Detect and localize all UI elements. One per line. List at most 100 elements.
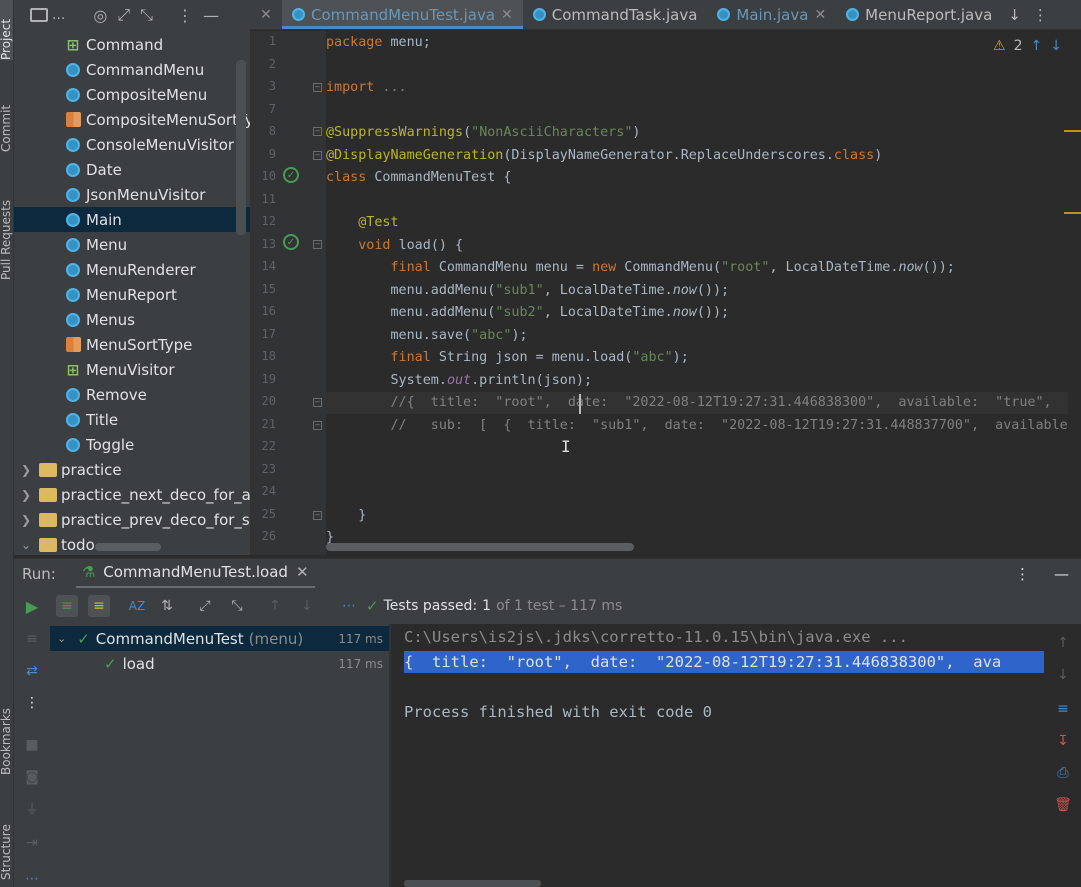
down-arrow-icon[interactable]: ↓ xyxy=(1052,664,1074,686)
run-config-tab[interactable]: ⚗ CommandMenuTest.load ✕ xyxy=(75,559,315,589)
target-icon[interactable]: ◎ xyxy=(93,6,107,25)
chevron-right-icon[interactable]: ❯ xyxy=(19,488,33,502)
fold-marker-icon[interactable]: − xyxy=(313,421,322,430)
close-icon[interactable]: ✕ xyxy=(501,7,513,23)
code-token: menu.addMenu( xyxy=(390,305,496,320)
tree-item-menu[interactable]: Menu xyxy=(14,232,250,257)
tree-item-menus[interactable]: Menus xyxy=(14,307,250,332)
tree-item-consolemenuvisitor[interactable]: ConsoleMenuVisitor xyxy=(14,132,250,157)
project-tool-tab[interactable]: Project xyxy=(0,0,13,60)
more-icon[interactable]: ⋯ xyxy=(21,868,43,887)
tree-item-jsonmenuvisitor[interactable]: JsonMenuVisitor xyxy=(14,182,250,207)
editor-horizontal-scrollbar[interactable] xyxy=(326,543,634,551)
previous-highlight-icon[interactable]: ↑ xyxy=(1030,38,1042,54)
tree-item-compositemenu[interactable]: CompositeMenu xyxy=(14,82,250,107)
clear-all-icon[interactable]: ≡ xyxy=(21,628,43,650)
commit-tool-tab[interactable]: Commit xyxy=(0,92,13,152)
soft-wrap-icon[interactable]: ≡ xyxy=(1052,698,1074,720)
next-highlight-icon[interactable]: ↓ xyxy=(1050,38,1062,54)
more-options-icon[interactable]: ⋮ xyxy=(21,692,43,714)
tree-item-remove[interactable]: Remove xyxy=(14,382,250,407)
project-horizontal-scrollbar[interactable] xyxy=(95,543,161,551)
close-tab-icon[interactable]: ✕ xyxy=(250,0,282,29)
tree-item-label: MenuVisitor xyxy=(86,360,175,379)
fold-marker-icon[interactable]: − xyxy=(313,151,322,160)
tree-item-menuvisitor[interactable]: ⊞ MenuVisitor xyxy=(14,357,250,382)
fold-marker-icon[interactable]: − xyxy=(313,398,322,407)
project-view-dropdown[interactable]: ... xyxy=(30,7,65,23)
minimize-icon[interactable]: — xyxy=(1054,565,1069,583)
tree-item-label: CommandMenu xyxy=(86,60,205,79)
next-failed-icon[interactable]: ↓ xyxy=(296,595,318,617)
show-passed-icon[interactable]: ≡ xyxy=(56,595,78,617)
inspection-widget[interactable]: ⚠ 2 ↑ ↓ xyxy=(993,38,1062,54)
tree-item-menusorttype[interactable]: MenuSortType xyxy=(14,332,250,357)
close-icon[interactable]: ✕ xyxy=(814,7,826,23)
collapse-all-icon[interactable]: ⤡ xyxy=(140,5,153,25)
plug-icon[interactable]: ⏚ xyxy=(21,798,43,820)
tree-item-commandmenu[interactable]: CommandMenu xyxy=(14,57,250,82)
console-output[interactable]: C:\Users\is2js\.jdks\corretto-11.0.15\bi… xyxy=(391,624,1046,887)
tab-commandtask[interactable]: CommandTask.java xyxy=(523,0,708,29)
tree-item-command[interactable]: ⊞ Command xyxy=(14,32,250,57)
fold-marker-icon[interactable]: − xyxy=(313,240,322,249)
tab-menureport[interactable]: MenuReport.java xyxy=(836,0,1002,29)
expand-all-icon[interactable]: ⤢ xyxy=(117,5,130,25)
tree-item-compositemenusorttype[interactable]: CompositeMenuSortType xyxy=(14,107,250,132)
fold-marker-icon[interactable]: − xyxy=(313,511,322,520)
more-tabs-icon[interactable]: ⋮ xyxy=(1027,0,1054,29)
chevron-down-icon[interactable]: ⌄ xyxy=(19,538,33,552)
show-ignored-icon[interactable]: ≡ xyxy=(88,595,110,617)
previous-failed-icon[interactable]: ↑ xyxy=(264,595,286,617)
more-options-icon[interactable]: ⋮ xyxy=(177,6,193,25)
tree-item-menureport[interactable]: MenuReport xyxy=(14,282,250,307)
tree-item-toggle[interactable]: Toggle xyxy=(14,432,250,457)
error-stripe-mark[interactable] xyxy=(1064,212,1081,214)
tab-main[interactable]: Main.java ✕ xyxy=(707,0,836,29)
fold-marker-icon[interactable]: − xyxy=(313,127,322,136)
chevron-right-icon[interactable]: ❯ xyxy=(19,513,33,527)
console-horizontal-scrollbar[interactable] xyxy=(404,880,541,887)
bookmarks-tool-tab[interactable]: Bookmarks xyxy=(0,680,13,775)
editor-vertical-scrollbar[interactable] xyxy=(1068,31,1081,555)
tree-item-title[interactable]: Title xyxy=(14,407,250,432)
exit-icon[interactable]: ⇥ xyxy=(21,832,43,854)
test-node-method[interactable]: ✓ load 117 ms xyxy=(50,651,390,676)
tree-item-practice[interactable]: ❯ practice xyxy=(14,457,250,482)
tabs-dropdown-icon[interactable]: ↓ xyxy=(1002,0,1027,29)
more-options-icon[interactable]: ⋮ xyxy=(1015,565,1030,583)
project-vertical-scrollbar[interactable] xyxy=(236,60,246,235)
trash-icon[interactable]: 🗑 xyxy=(1052,794,1074,816)
test-node-class[interactable]: ⌄ ✓ CommandMenuTest (menu) 117 ms xyxy=(50,626,390,651)
run-test-icon[interactable]: ✓ xyxy=(283,167,299,183)
tree-item-main[interactable]: Main xyxy=(14,207,250,232)
run-test-icon[interactable]: ✓ xyxy=(283,234,299,250)
toggle-auto-test-icon[interactable]: ⇄ xyxy=(21,660,43,682)
chevron-down-icon[interactable]: ⌄ xyxy=(57,632,66,645)
more-icon[interactable]: ⋯ xyxy=(338,595,360,617)
tree-item-date[interactable]: Date xyxy=(14,157,250,182)
fold-marker-icon[interactable]: − xyxy=(313,83,322,92)
tree-item-practice_next_deco_for_add[interactable]: ❯ practice_next_deco_for_add xyxy=(14,482,250,507)
pull-requests-tool-tab[interactable]: Pull Requests xyxy=(0,180,13,280)
stop-icon[interactable]: ■ xyxy=(21,734,43,756)
tree-item-menurenderer[interactable]: MenuRenderer xyxy=(14,257,250,282)
close-icon[interactable]: ✕ xyxy=(296,563,309,581)
expand-all-icon[interactable]: ⤢ xyxy=(194,595,216,617)
structure-tool-tab[interactable]: Structure xyxy=(0,795,13,880)
up-arrow-icon[interactable]: ↑ xyxy=(1052,632,1074,654)
sort-by-duration-icon[interactable]: ⇅ xyxy=(156,595,178,617)
sort-alphabetically-icon[interactable]: AZ xyxy=(126,595,148,617)
tree-item-practice_prev_deco_for_sect[interactable]: ❯ practice_prev_deco_for_sect xyxy=(14,507,250,532)
camera-icon[interactable]: ◙ xyxy=(21,766,43,788)
print-icon[interactable]: ⎙ xyxy=(1052,762,1074,784)
tab-commandmenutest[interactable]: CommandMenuTest.java ✕ xyxy=(282,0,523,29)
collapse-all-icon[interactable]: ⤡ xyxy=(226,595,248,617)
chevron-right-icon[interactable]: ❯ xyxy=(19,463,33,477)
code-editor[interactable]: package menu; import ... @SuppressWarnings… xyxy=(326,31,1068,555)
rerun-icon[interactable]: ▶ xyxy=(21,595,43,617)
minimize-icon[interactable]: — xyxy=(203,6,219,25)
error-stripe-mark[interactable] xyxy=(1064,130,1081,132)
scroll-to-end-icon[interactable]: ↧ xyxy=(1052,730,1074,752)
